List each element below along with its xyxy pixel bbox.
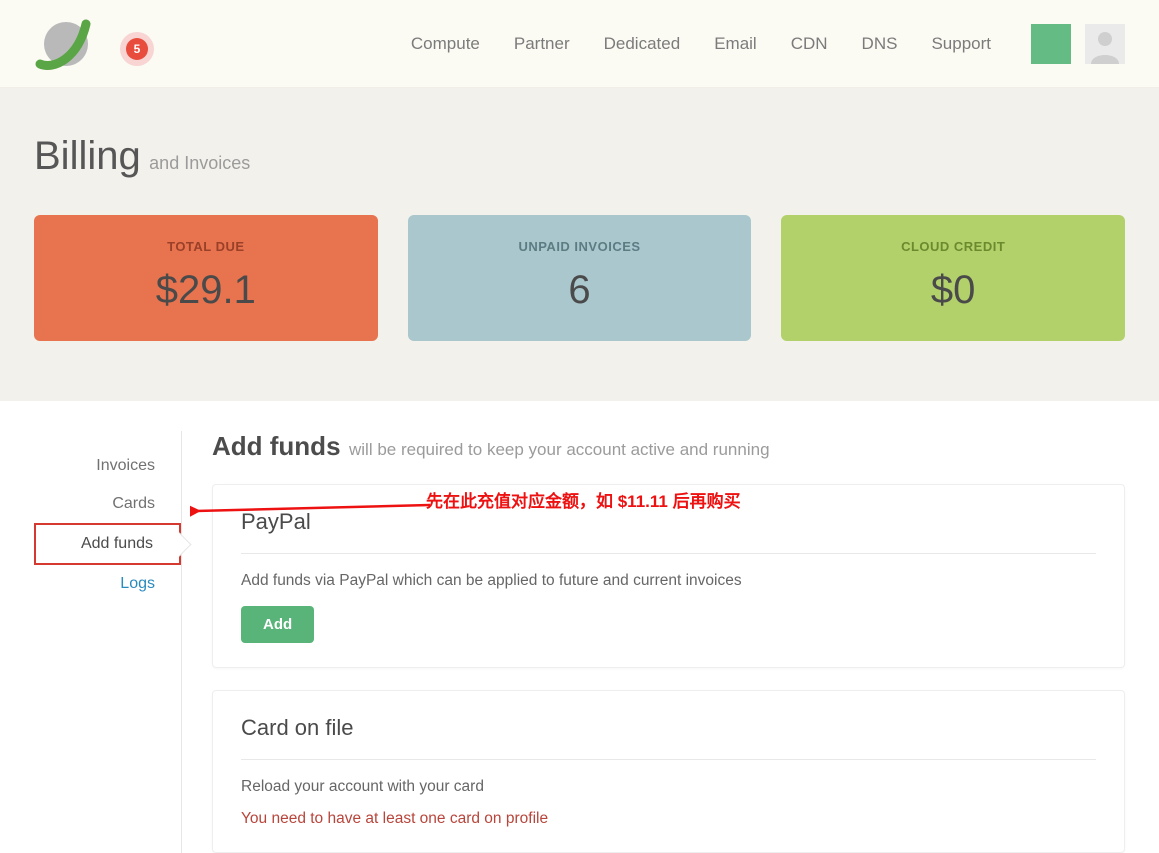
page-title-sub: and Invoices	[149, 153, 250, 173]
avatar[interactable]	[1085, 24, 1125, 64]
add-button[interactable]: Add	[241, 606, 314, 643]
content-area: Add funds will be required to keep your …	[182, 431, 1125, 853]
card-value: 6	[418, 268, 742, 313]
nav-partner[interactable]: Partner	[514, 34, 570, 54]
panel-description: Add funds via PayPal which can be applie…	[241, 572, 1096, 590]
sidebar-item-invoices[interactable]: Invoices	[34, 447, 181, 485]
panel-description: Reload your account with your card	[241, 778, 1096, 796]
user-icon	[1085, 24, 1125, 64]
sidebar-item-logs[interactable]: Logs	[34, 565, 181, 603]
nav-cdn[interactable]: CDN	[791, 34, 828, 54]
status-indicator[interactable]	[1031, 24, 1071, 64]
card-unpaid-invoices[interactable]: UNPAID INVOICES 6	[408, 215, 752, 341]
header: 5 Compute Partner Dedicated Email CDN DN…	[0, 0, 1159, 88]
sidebar: Invoices Cards Add funds Logs	[34, 431, 182, 853]
card-cloud-credit[interactable]: CLOUD CREDIT $0	[781, 215, 1125, 341]
sidebar-item-cards[interactable]: Cards	[34, 485, 181, 523]
page-title: Billing and Invoices	[34, 134, 1125, 179]
nav-support[interactable]: Support	[931, 34, 991, 54]
card-label: CLOUD CREDIT	[791, 239, 1115, 254]
section-title: Add funds will be required to keep your …	[212, 431, 1125, 462]
logo[interactable]: 5	[34, 14, 102, 74]
panel-warning: You need to have at least one card on pr…	[241, 810, 1096, 828]
card-value: $0	[791, 268, 1115, 313]
card-label: UNPAID INVOICES	[418, 239, 742, 254]
section-title-main: Add funds	[212, 431, 341, 461]
nav-dns[interactable]: DNS	[862, 34, 898, 54]
panel-card-on-file: Card on file Reload your account with yo…	[212, 690, 1125, 853]
logo-swoosh-icon	[34, 18, 94, 78]
card-total-due[interactable]: TOTAL DUE $29.1	[34, 215, 378, 341]
nav-compute[interactable]: Compute	[411, 34, 480, 54]
card-value: $29.1	[44, 268, 368, 313]
sidebar-item-add-funds[interactable]: Add funds	[34, 523, 181, 565]
main-nav: Compute Partner Dedicated Email CDN DNS …	[411, 24, 1125, 64]
nav-dedicated[interactable]: Dedicated	[604, 34, 681, 54]
panel-heading: Card on file	[241, 715, 1096, 760]
section-title-sub: will be required to keep your account ac…	[349, 440, 770, 459]
page-title-main: Billing	[34, 134, 141, 178]
nav-email[interactable]: Email	[714, 34, 757, 54]
main-content: Invoices Cards Add funds Logs Add funds …	[0, 401, 1159, 853]
panel-paypal: PayPal Add funds via PayPal which can be…	[212, 484, 1125, 668]
billing-hero: Billing and Invoices TOTAL DUE $29.1 UNP…	[0, 88, 1159, 401]
card-label: TOTAL DUE	[44, 239, 368, 254]
notification-badge[interactable]: 5	[126, 38, 148, 60]
panel-heading: PayPal	[241, 509, 1096, 554]
